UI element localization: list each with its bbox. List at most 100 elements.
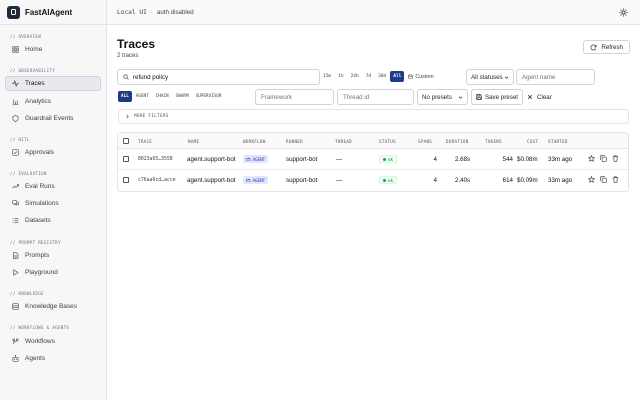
kind-supervisor[interactable]: SUPERVISOR xyxy=(193,91,225,102)
kind-swarm[interactable]: SWARM xyxy=(173,91,192,102)
time-range-30d[interactable]: 30d xyxy=(375,71,389,82)
play-icon xyxy=(11,268,20,277)
sidebar-item-traces[interactable]: Traces xyxy=(5,76,101,91)
brand[interactable]: FastAIAgent xyxy=(7,5,72,19)
chevron-right-icon xyxy=(126,114,129,119)
column-spans[interactable]: SPANS xyxy=(418,139,432,144)
framework-field[interactable] xyxy=(255,89,334,105)
custom-label: Custom xyxy=(415,73,434,80)
sidebar-item-playground[interactable]: Playground xyxy=(5,265,101,280)
presets-select[interactable]: No presets xyxy=(417,89,468,105)
table-row[interactable]: c76aa6cd…acce agent.support-bot AGENT su… xyxy=(118,170,628,191)
more-filters-toggle[interactable]: MORE FILTERS xyxy=(118,109,629,124)
star-icon[interactable] xyxy=(588,155,595,162)
workflow-label: AGENT xyxy=(252,156,266,162)
time-range-7d[interactable]: 7d xyxy=(363,71,374,82)
column-thread[interactable]: THREAD xyxy=(335,139,352,144)
sidebar-item-label: Prompts xyxy=(25,252,50,259)
sidebar-item-eval-runs[interactable]: Eval Runs xyxy=(5,179,101,194)
row-actions xyxy=(588,155,619,162)
section-evaluation: // EVALUATION xyxy=(10,171,47,176)
sidebar-item-prompts[interactable]: Prompts xyxy=(5,248,101,263)
save-preset-button[interactable]: Save preset xyxy=(471,89,523,105)
star-icon[interactable] xyxy=(588,176,595,183)
time-range-24h[interactable]: 24h xyxy=(348,71,362,82)
section-workflows-agents: // WORKFLOWS & AGENTS xyxy=(10,325,70,330)
copy-icon[interactable] xyxy=(600,155,607,162)
list-icon xyxy=(11,216,20,225)
refresh-button[interactable]: Refresh xyxy=(583,40,630,54)
column-trace[interactable]: TRACE xyxy=(138,139,152,144)
time-range-all[interactable]: All xyxy=(390,71,405,82)
chat-icon xyxy=(11,199,20,208)
trace-name: agent.support-bot xyxy=(187,177,236,184)
chevron-down-icon xyxy=(504,75,509,79)
time-range-15m[interactable]: 15m xyxy=(320,71,334,82)
breadcrumb: Local UI · auth disabled xyxy=(117,9,194,16)
kind-all[interactable]: ALL xyxy=(118,91,132,102)
column-duration[interactable]: DURATION xyxy=(446,139,469,144)
table-row[interactable]: 8023a65…3558 agent.support-bot AGENT sup… xyxy=(118,149,628,170)
tokens: 544 xyxy=(502,156,513,163)
clear-label: Clear xyxy=(537,93,552,101)
column-status[interactable]: STATUS xyxy=(379,139,396,144)
custom-range-button[interactable]: Custom xyxy=(405,71,436,82)
column-started[interactable]: STARTED xyxy=(548,139,568,144)
shield-icon xyxy=(11,114,20,123)
kind-chain[interactable]: CHAIN xyxy=(153,91,172,102)
copy-icon[interactable] xyxy=(600,176,607,183)
trace-id[interactable]: c76aa6cd…acce xyxy=(138,178,176,183)
close-icon xyxy=(527,94,533,100)
column-runner[interactable]: RUNNER xyxy=(286,139,303,144)
status-select[interactable]: All statuses xyxy=(466,69,514,85)
cost: $0.09m xyxy=(517,177,538,184)
sidebar-item-label: Datasets xyxy=(25,217,51,224)
time-range-1h[interactable]: 1h xyxy=(335,71,346,82)
trend-icon xyxy=(11,182,20,191)
sidebar-item-agents[interactable]: Agents xyxy=(5,351,101,366)
row-checkbox[interactable] xyxy=(123,156,129,162)
column-name[interactable]: NAME xyxy=(188,139,199,144)
sidebar-item-approvals[interactable]: Approvals xyxy=(5,145,101,160)
status-label: ok xyxy=(388,156,394,162)
sidebar-item-analytics[interactable]: Analytics xyxy=(5,94,101,109)
sidebar-item-label: Eval Runs xyxy=(25,183,55,190)
column-tokens[interactable]: TOKENS xyxy=(485,139,502,144)
column-cost[interactable]: COST xyxy=(527,139,538,144)
column-workflow[interactable]: WORKFLOW xyxy=(243,139,266,144)
trash-icon[interactable] xyxy=(612,155,619,162)
refresh-icon xyxy=(590,44,597,50)
file-icon xyxy=(11,251,20,260)
refresh-label: Refresh xyxy=(601,43,623,51)
section-knowledge: // KNOWLEDGE xyxy=(10,291,44,296)
time-range-group: 15m 1h 24h 7d 30d All Custom xyxy=(320,71,437,82)
sidebar-item-workflows[interactable]: Workflows xyxy=(5,334,101,349)
thread-id-field[interactable] xyxy=(337,89,414,105)
row-checkbox[interactable] xyxy=(123,177,129,183)
search-input[interactable] xyxy=(133,73,303,81)
sidebar-item-home[interactable]: Home xyxy=(5,42,101,57)
thread-id-input[interactable] xyxy=(343,93,411,101)
clear-button[interactable]: Clear xyxy=(527,89,552,105)
status-badge: ok xyxy=(379,176,398,184)
trash-icon[interactable] xyxy=(612,176,619,183)
sidebar-item-guardrail-events[interactable]: Guardrail Events xyxy=(5,111,101,126)
trace-id[interactable]: 8023a65…3558 xyxy=(138,157,173,162)
workflow-badge: AGENT xyxy=(243,155,269,163)
sun-icon[interactable] xyxy=(619,8,628,17)
sidebar-item-simulations[interactable]: Simulations xyxy=(5,196,101,211)
traces-table: TRACE NAME WORKFLOW RUNNER THREAD STATUS… xyxy=(117,132,629,192)
framework-input[interactable] xyxy=(261,93,329,101)
agent-name-field[interactable] xyxy=(516,69,595,85)
sidebar-item-label: Workflows xyxy=(25,338,55,345)
search-box[interactable] xyxy=(117,69,320,85)
kind-agent[interactable]: AGENT xyxy=(133,91,152,102)
cost: $0.08m xyxy=(517,156,538,163)
select-all-checkbox[interactable] xyxy=(123,138,129,144)
agent-name-input[interactable] xyxy=(522,73,592,81)
sidebar-item-knowledge-bases[interactable]: Knowledge Bases xyxy=(5,299,101,314)
sidebar-item-label: Agents xyxy=(25,355,46,362)
sidebar: FastAIAgent // OVERVIEW Home // OBSERVAB… xyxy=(0,0,107,400)
sidebar-item-datasets[interactable]: Datasets xyxy=(5,213,101,228)
database-icon xyxy=(11,302,20,311)
